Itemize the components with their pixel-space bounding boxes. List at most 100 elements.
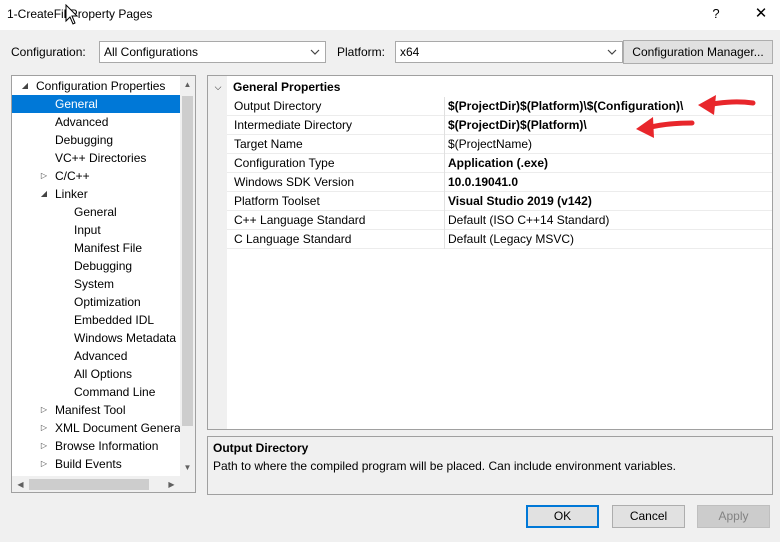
scroll-left-icon[interactable]: ◀ bbox=[12, 476, 29, 492]
scroll-thumb[interactable] bbox=[182, 96, 193, 426]
tree-item[interactable]: Debugging bbox=[12, 257, 180, 275]
tree-item-label: Advanced bbox=[55, 115, 109, 129]
tree-item[interactable]: Optimization bbox=[12, 293, 180, 311]
property-value[interactable]: Default (ISO C++14 Standard) bbox=[448, 211, 609, 230]
scroll-right-icon[interactable]: ▶ bbox=[163, 476, 180, 492]
property-name: Output Directory bbox=[234, 99, 322, 113]
property-tree: ◢ Configuration Properties General Advanced… bbox=[11, 75, 196, 493]
tree-item-label: Optimization bbox=[74, 295, 141, 309]
tree-item[interactable]: Advanced bbox=[12, 347, 180, 365]
expand-toggle-icon[interactable]: ▷ bbox=[39, 419, 49, 437]
property-value[interactable]: Visual Studio 2019 (v142) bbox=[448, 192, 592, 211]
tree-item-label: Configuration Properties bbox=[36, 79, 166, 93]
section-title: General Properties bbox=[233, 80, 341, 94]
tree-item[interactable]: Debugging bbox=[12, 131, 180, 149]
tree-item-label: Linker bbox=[55, 187, 88, 201]
configuration-label: Configuration: bbox=[11, 45, 86, 59]
scroll-up-icon[interactable]: ▲ bbox=[180, 76, 195, 93]
tree-item[interactable]: Command Line bbox=[12, 383, 180, 401]
tree-item-label: Windows Metadata bbox=[74, 331, 177, 345]
expand-toggle-icon[interactable]: ◢ bbox=[39, 185, 49, 203]
apply-button[interactable]: Apply bbox=[697, 505, 770, 528]
tree-item-label: Debugging bbox=[55, 133, 114, 147]
tree-item[interactable]: ▷ C/C++ bbox=[12, 167, 180, 185]
platform-dropdown[interactable]: x64 bbox=[395, 41, 623, 63]
property-name: Target Name bbox=[234, 137, 303, 151]
tree-item-label: VC++ Directories bbox=[55, 151, 147, 165]
close-button[interactable]: ✕ bbox=[748, 3, 774, 25]
tree-item[interactable]: General bbox=[12, 95, 180, 113]
property-value[interactable]: $(ProjectName) bbox=[448, 135, 532, 154]
annotation-arrow-icon bbox=[698, 95, 756, 115]
tree-item[interactable]: ▷ Browse Information bbox=[12, 437, 180, 455]
property-row[interactable]: C Language Standard Default (Legacy MSVC) bbox=[227, 230, 772, 249]
description-text: Path to where the compiled program will … bbox=[213, 459, 676, 473]
section-header[interactable]: ⌵ General Properties bbox=[208, 78, 772, 97]
tree-item[interactable]: General bbox=[12, 203, 180, 221]
tree-horizontal-scrollbar[interactable]: ◀ ▶ bbox=[12, 476, 180, 492]
property-name: Windows SDK Version bbox=[234, 175, 355, 189]
tree-item[interactable]: Manifest File bbox=[12, 239, 180, 257]
window-title: 1-CreateFil Property Pages bbox=[7, 7, 153, 21]
property-value[interactable]: Default (Legacy MSVC) bbox=[448, 230, 574, 249]
ok-button[interactable]: OK bbox=[526, 505, 599, 528]
expand-toggle-icon[interactable]: ▷ bbox=[39, 455, 49, 473]
tree-item[interactable]: Advanced bbox=[12, 113, 180, 131]
chevron-down-icon bbox=[310, 49, 320, 55]
tree-item[interactable]: Input bbox=[12, 221, 180, 239]
tree-item[interactable]: System bbox=[12, 275, 180, 293]
tree-item-label: General bbox=[55, 97, 98, 111]
collapse-icon[interactable]: ⌵ bbox=[212, 78, 224, 97]
help-button[interactable]: ? bbox=[706, 3, 726, 25]
tree-item[interactable]: ◢ Configuration Properties bbox=[12, 77, 180, 95]
tree-item-label: Browse Information bbox=[55, 439, 159, 453]
property-value[interactable]: 10.0.19041.0 bbox=[448, 173, 518, 192]
property-value[interactable]: Application (.exe) bbox=[448, 154, 548, 173]
tree-item-label: All Options bbox=[74, 367, 133, 381]
tree-item-label: Debugging bbox=[74, 259, 133, 273]
property-row[interactable]: Windows SDK Version 10.0.19041.0 bbox=[227, 173, 772, 192]
configuration-manager-button[interactable]: Configuration Manager... bbox=[623, 40, 773, 64]
configuration-dropdown[interactable]: All Configurations bbox=[99, 41, 326, 63]
cancel-button[interactable]: Cancel bbox=[612, 505, 685, 528]
tree-item-label: XML Document Genera bbox=[55, 421, 181, 435]
property-name: C++ Language Standard bbox=[234, 213, 366, 227]
column-divider[interactable] bbox=[444, 97, 445, 249]
tree-item[interactable]: VC++ Directories bbox=[12, 149, 180, 167]
grid-gutter bbox=[208, 76, 227, 429]
tree-item-label: Manifest Tool bbox=[55, 403, 126, 417]
tree-item-label: Embedded IDL bbox=[74, 313, 155, 327]
mouse-cursor-icon bbox=[65, 4, 79, 25]
tree-item[interactable]: Windows Metadata bbox=[12, 329, 180, 347]
tree-item[interactable]: ▷ XML Document Genera bbox=[12, 419, 181, 437]
tree-item[interactable]: All Options bbox=[12, 365, 180, 383]
expand-toggle-icon[interactable]: ▷ bbox=[39, 167, 49, 185]
expand-toggle-icon[interactable]: ▷ bbox=[39, 401, 49, 419]
property-value[interactable]: $(ProjectDir)$(Platform)\ bbox=[448, 116, 587, 135]
expand-toggle-icon[interactable]: ▷ bbox=[39, 437, 49, 455]
expand-toggle-icon[interactable]: ◢ bbox=[20, 77, 30, 95]
tree-item-label: System bbox=[74, 277, 115, 291]
tree-item[interactable]: ◢ Linker bbox=[12, 185, 180, 203]
tree-item[interactable]: ▷ Manifest Tool bbox=[12, 401, 180, 419]
tree-item-label: General bbox=[74, 205, 117, 219]
property-row[interactable]: Platform Toolset Visual Studio 2019 (v142… bbox=[227, 192, 772, 211]
property-row[interactable]: Configuration Type Application (.exe) bbox=[227, 154, 772, 173]
scroll-down-icon[interactable]: ▼ bbox=[180, 459, 195, 476]
scroll-thumb[interactable] bbox=[29, 479, 149, 490]
tree-vertical-scrollbar[interactable]: ▲ ▼ bbox=[180, 76, 195, 476]
tree-item[interactable]: ▷ Build Events bbox=[12, 455, 180, 473]
tree-item-label: Command Line bbox=[74, 385, 156, 399]
tree-item[interactable]: Embedded IDL bbox=[12, 311, 180, 329]
property-row[interactable]: C++ Language Standard Default (ISO C++14 … bbox=[227, 211, 772, 230]
property-name: Configuration Type bbox=[234, 156, 335, 170]
